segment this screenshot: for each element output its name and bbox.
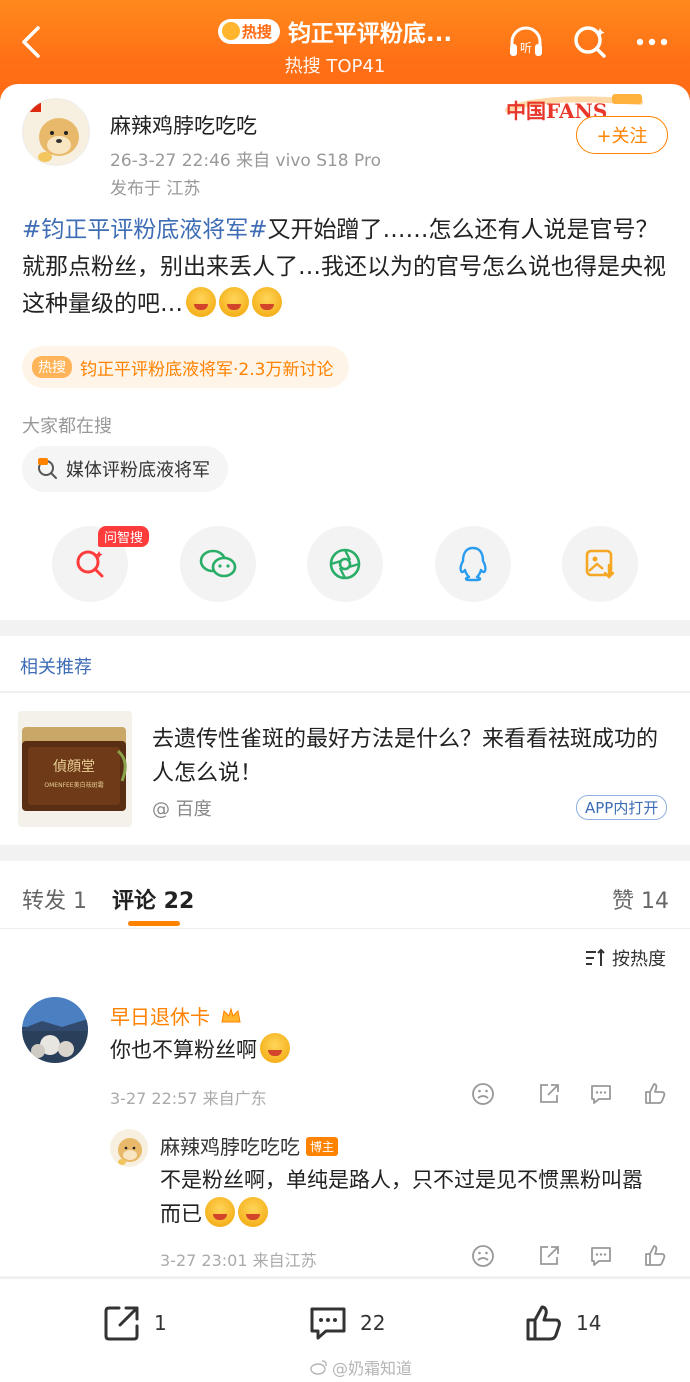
smile-emoji-icon [260, 1033, 290, 1063]
hot-topic-tag: 热搜 [32, 356, 72, 378]
dislike-icon[interactable] [470, 1243, 496, 1269]
more-icon[interactable] [632, 22, 672, 62]
product-label-text: OMENFEE美白祛斑霜 [44, 781, 103, 789]
smile-emoji-icon [219, 287, 249, 317]
comment-count: 22 [360, 1311, 386, 1335]
comment-meta: 3-27 22:57 来自广东 [110, 1089, 267, 1108]
comment-button[interactable]: 22 [308, 1303, 385, 1343]
recommend-header-label: 相关推荐 [20, 657, 92, 678]
commenter-name[interactable]: 早日退休卡 [110, 1001, 242, 1030]
save-image-icon [585, 549, 615, 579]
repost-comment-icon[interactable] [536, 1243, 562, 1269]
comment-icon [310, 1307, 346, 1340]
repost-count: 1 [154, 1311, 167, 1335]
hot-label: 热搜 [241, 22, 272, 41]
dislike-icon[interactable] [470, 1081, 496, 1107]
comment-list: 按热度 早日退休卡 你也不算粉丝啊 3-27 22:57 来自广东 麻辣鸡脖吃吃… [0, 929, 690, 1276]
search-icon[interactable] [570, 22, 610, 62]
listen-label: 听 [520, 41, 532, 55]
header-title-block: 热搜 钧正平评粉底... 热搜 TOP41 [170, 14, 500, 78]
page-subtitle: 热搜 TOP41 [284, 56, 386, 77]
repost-button[interactable]: 1 [102, 1303, 167, 1343]
moments-share-button[interactable] [307, 526, 383, 602]
doge-avatar-icon [23, 99, 89, 165]
hot-topic-text: 钧正平评粉底液将军·2.3万新讨论 [80, 359, 334, 380]
open-in-app-button[interactable]: APP内打开 [576, 795, 668, 820]
post-location: 发布于 江苏 [110, 179, 201, 199]
recommend-title[interactable]: 去遗传性雀斑的最好方法是什么？来看看祛斑成功的人怎么说！ [152, 723, 672, 791]
smile-emoji-icon [205, 1197, 235, 1227]
landscape-avatar-icon [22, 997, 88, 1063]
bottom-action-bar: 1 22 14 @奶霜知道 [0, 1278, 690, 1382]
product-brand-text: 偵顔堂 [53, 759, 95, 775]
comment-text-body: 你也不算粉丝啊 [110, 1038, 257, 1062]
like-count: 14 [576, 1311, 602, 1335]
wechat-icon [199, 549, 237, 578]
related-search-chip[interactable]: 媒体评粉底液将军 [22, 446, 228, 492]
thumbs-up-icon [526, 1305, 561, 1341]
commenter-name-text: 早日退休卡 [110, 1005, 210, 1029]
weibo-logo-icon [310, 1360, 327, 1375]
like-button[interactable]: 14 [524, 1303, 601, 1343]
qq-share-button[interactable] [435, 526, 511, 602]
active-tab-indicator [128, 921, 180, 926]
reply-author-name-text: 麻辣鸡脖吃吃吃 [160, 1135, 300, 1159]
reply-author-name[interactable]: 麻辣鸡脖吃吃吃 博主 [160, 1131, 339, 1160]
smile-emoji-icon [238, 1197, 268, 1227]
sort-label: 按热度 [612, 949, 666, 970]
hot-topic-chip[interactable]: 热搜 钧正平评粉底液将军·2.3万新讨论 [22, 346, 350, 388]
repost-icon [104, 1306, 139, 1341]
recommend-header: 相关推荐 [0, 636, 690, 692]
ai-search-tag: 问智搜 [98, 526, 150, 547]
avatar[interactable] [22, 98, 90, 166]
watermark: @奶霜知道 [310, 1355, 412, 1379]
post-card: 麻辣鸡脖吃吃吃 26-3-27 22:46 来自 vivo S18 Pro 发布… [0, 84, 690, 620]
reply-icon[interactable] [588, 1081, 614, 1107]
smile-emoji-icon [186, 287, 216, 317]
hot-search-pill: 热搜 [217, 18, 280, 44]
qq-icon [459, 546, 487, 582]
recommend-source: @ 百度 [152, 799, 212, 820]
sort-icon [586, 948, 605, 966]
related-search-text: 媒体评粉底液将军 [66, 460, 210, 481]
tab-likes[interactable]: 赞 14 [612, 883, 669, 915]
post-body: #钧正平评粉底液将军#又开始蹭了……怎么还有人说是官号？就那点粉丝，别出来丢人了… [22, 212, 672, 323]
follow-button[interactable]: +关注 [576, 116, 668, 154]
tab-comments[interactable]: 评论 22 [112, 883, 194, 915]
owner-badge: 博主 [306, 1137, 339, 1156]
ai-search-icon [76, 550, 104, 578]
like-icon[interactable] [642, 1243, 668, 1269]
tab-repost[interactable]: 转发 1 [22, 883, 87, 915]
like-icon[interactable] [642, 1081, 668, 1107]
avatar[interactable] [22, 997, 88, 1063]
recommend-ad-card[interactable]: 偵顔堂 OMENFEE美白祛斑霜 去遗传性雀斑的最好方法是什么？来看看祛斑成功的… [0, 693, 690, 845]
doge-avatar-icon [118, 1138, 142, 1165]
flame-icon [221, 22, 240, 40]
reply-meta: 3-27 23:01 来自江苏 [160, 1251, 317, 1270]
wechat-share-button[interactable] [180, 526, 256, 602]
hot-search-icon [38, 458, 57, 479]
watermark-text: @奶霜知道 [332, 1359, 413, 1378]
moments-icon [329, 548, 361, 580]
avatar[interactable] [110, 1129, 148, 1167]
vip-crown-icon [221, 1007, 241, 1023]
save-image-button[interactable] [562, 526, 638, 602]
post-topic-link[interactable]: #钧正平评粉底液将军# [22, 217, 268, 243]
comment-text: 你也不算粉丝啊 [110, 1033, 290, 1067]
cream-jar-icon: 偵顔堂 OMENFEE美白祛斑霜 [22, 727, 127, 811]
product-image: 偵顔堂 OMENFEE美白祛斑霜 [18, 711, 132, 827]
page-title: 钧正平评粉底... [287, 21, 453, 47]
sort-button[interactable]: 按热度 [584, 945, 666, 971]
reply-icon[interactable] [588, 1243, 614, 1269]
reply-text: 不是粉丝啊，单纯是路人，只不过是见不惯黑粉叫嚣而已 [160, 1163, 660, 1231]
post-timestamp-device: 26-3-27 22:46 来自 vivo S18 Pro [110, 151, 381, 171]
search-section-label: 大家都在搜 [22, 416, 112, 437]
post-username[interactable]: 麻辣鸡脖吃吃吃 [110, 110, 257, 140]
listen-icon[interactable]: 听 [506, 22, 546, 62]
smile-emoji-icon [252, 287, 282, 317]
back-icon[interactable] [14, 22, 50, 62]
interaction-tabs: 转发 1 评论 22 赞 14 [0, 861, 690, 929]
repost-comment-icon[interactable] [536, 1081, 562, 1107]
